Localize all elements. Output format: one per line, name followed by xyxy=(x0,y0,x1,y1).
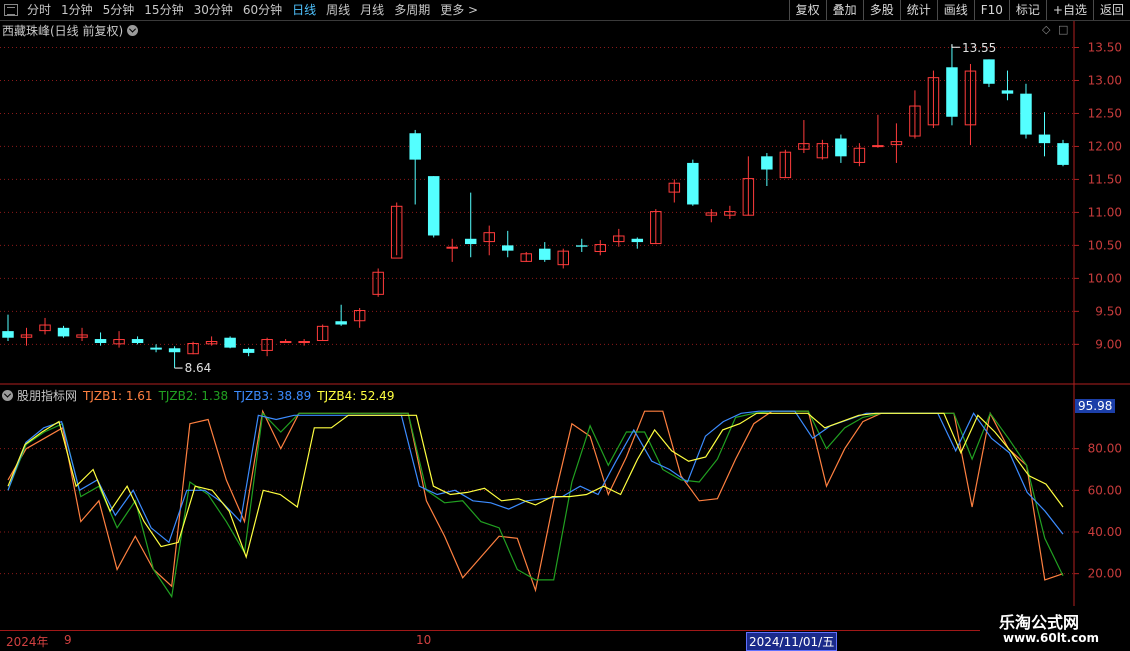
period-tab[interactable]: 月线 xyxy=(355,0,389,20)
candle-body-down xyxy=(150,347,162,350)
period-tab[interactable]: 周线 xyxy=(321,0,355,20)
y-tick-label: 60.00 xyxy=(1088,483,1122,497)
candle-body-down xyxy=(131,339,144,343)
period-tab[interactable]: 30分钟 xyxy=(189,0,238,20)
y-tick-label: 10.50 xyxy=(1088,238,1122,252)
date-axis: 2024年 9 10 2024/11/01/五 xyxy=(0,630,1130,651)
watermark-url: www.60lt.com xyxy=(1003,631,1100,645)
y-tick-label: 13.50 xyxy=(1088,40,1122,54)
y-tick-label: 9.50 xyxy=(1095,304,1122,318)
period-tab[interactable]: 60分钟 xyxy=(238,0,287,20)
candle-body-down xyxy=(687,162,699,205)
indicator-current-value: 95.98 xyxy=(1075,399,1116,413)
candle-body-down xyxy=(427,176,440,236)
candle-body-down xyxy=(983,59,995,84)
candle-body-down xyxy=(539,248,551,260)
watermark-title: 乐淘公式网 xyxy=(999,613,1080,632)
candle-body-up xyxy=(279,341,292,344)
toolbar-button[interactable]: 标记 xyxy=(1008,0,1046,20)
y-tick-label: 9.00 xyxy=(1095,337,1122,351)
cursor-date-label: 2024/11/01/五 xyxy=(746,632,838,651)
date-label-october: 10 xyxy=(416,633,432,647)
right-button-group: 复权 叠加 多股 统计 画线 F10 标记 +自选 返回 xyxy=(788,0,1130,20)
candle-body-down xyxy=(631,238,644,243)
y-tick-label: 12.00 xyxy=(1088,139,1122,153)
candle-body-down xyxy=(946,67,958,117)
candle-body-down xyxy=(57,327,70,337)
indicator-line-tjzb4 xyxy=(7,412,1064,560)
extreme-label: 8.64 xyxy=(185,361,212,375)
date-label-september: 9 xyxy=(64,633,72,647)
y-tick-label: 40.00 xyxy=(1088,525,1122,539)
y-tick-label: 10.00 xyxy=(1088,271,1122,285)
y-tick-label: 11.50 xyxy=(1088,172,1122,186)
toolbar-button[interactable]: +自选 xyxy=(1045,0,1093,20)
period-tab[interactable]: 日线 xyxy=(287,0,321,20)
candle-body-down xyxy=(242,348,255,353)
candle-body-up xyxy=(872,145,884,148)
indicator-line-tjzb1 xyxy=(7,409,1064,593)
period-tab[interactable]: 5分钟 xyxy=(98,0,140,20)
toolbar-button[interactable]: 叠加 xyxy=(825,0,863,20)
period-tab[interactable]: 多周期 xyxy=(389,0,435,20)
candle-body-down xyxy=(224,337,236,348)
candle-body-down xyxy=(2,331,14,338)
candle-body-up xyxy=(446,246,458,249)
candle-body-down xyxy=(409,133,421,160)
candle-body-up xyxy=(298,341,310,344)
menu-icon[interactable] xyxy=(4,4,18,16)
y-tick-label: 80.00 xyxy=(1088,442,1122,456)
candle-body-down xyxy=(1001,90,1014,94)
period-tab[interactable]: 15分钟 xyxy=(139,0,188,20)
extreme-marker xyxy=(951,44,960,48)
y-tick-label: 20.00 xyxy=(1088,567,1122,581)
indicator-chart: 20.00 40.00 60.00 80.00 xyxy=(0,385,1122,630)
toolbar-button[interactable]: 复权 xyxy=(788,0,826,20)
candle-body-down xyxy=(94,339,107,343)
toolbar-button[interactable]: 多股 xyxy=(862,0,900,20)
toolbar-button[interactable]: 统计 xyxy=(899,0,937,20)
candle-body-down xyxy=(464,238,477,245)
candle-body-down xyxy=(168,348,181,353)
toolbar-button[interactable]: 返回 xyxy=(1092,0,1130,20)
extreme-label: 13.55 xyxy=(962,41,996,55)
candle-body-down xyxy=(335,321,347,325)
candle-body-down xyxy=(1020,93,1032,135)
period-tab[interactable]: 分时 xyxy=(22,0,56,20)
indicator-line-tjzb2 xyxy=(7,410,1064,599)
candle-body-down xyxy=(1057,143,1069,165)
y-tick-label: 12.50 xyxy=(1088,106,1122,120)
candle-body-down xyxy=(1038,134,1051,144)
candle-body-down xyxy=(761,156,773,170)
candle-body-down xyxy=(835,138,847,157)
period-tab[interactable]: 更多 > xyxy=(435,0,483,20)
toolbar-button[interactable]: 画线 xyxy=(936,0,974,20)
y-tick-label: 13.00 xyxy=(1088,73,1122,87)
candlestick-chart: 9.00 9.50 10.00 10.50 11.00 11.50 12.00 12.50 13… xyxy=(0,21,1130,385)
period-tabs: 分时 1分钟 5分钟 15分钟 30分钟 60分钟 日线 周线 月线 多周期 更多 > xyxy=(22,0,483,20)
period-tab[interactable]: 1分钟 xyxy=(56,0,98,20)
y-tick-label: 11.00 xyxy=(1088,205,1122,219)
date-label-year: 2024年 xyxy=(6,635,49,649)
toolbar-button[interactable]: F10 xyxy=(973,0,1009,20)
indicator-line-tjzb3 xyxy=(7,410,1064,544)
period-toolbar: 分时 1分钟 5分钟 15分钟 30分钟 60分钟 日线 周线 月线 多周期 更多 > 复权 叠加 多股… xyxy=(0,0,1130,21)
candle-body-down xyxy=(501,245,514,251)
candle-body-down xyxy=(576,245,588,247)
